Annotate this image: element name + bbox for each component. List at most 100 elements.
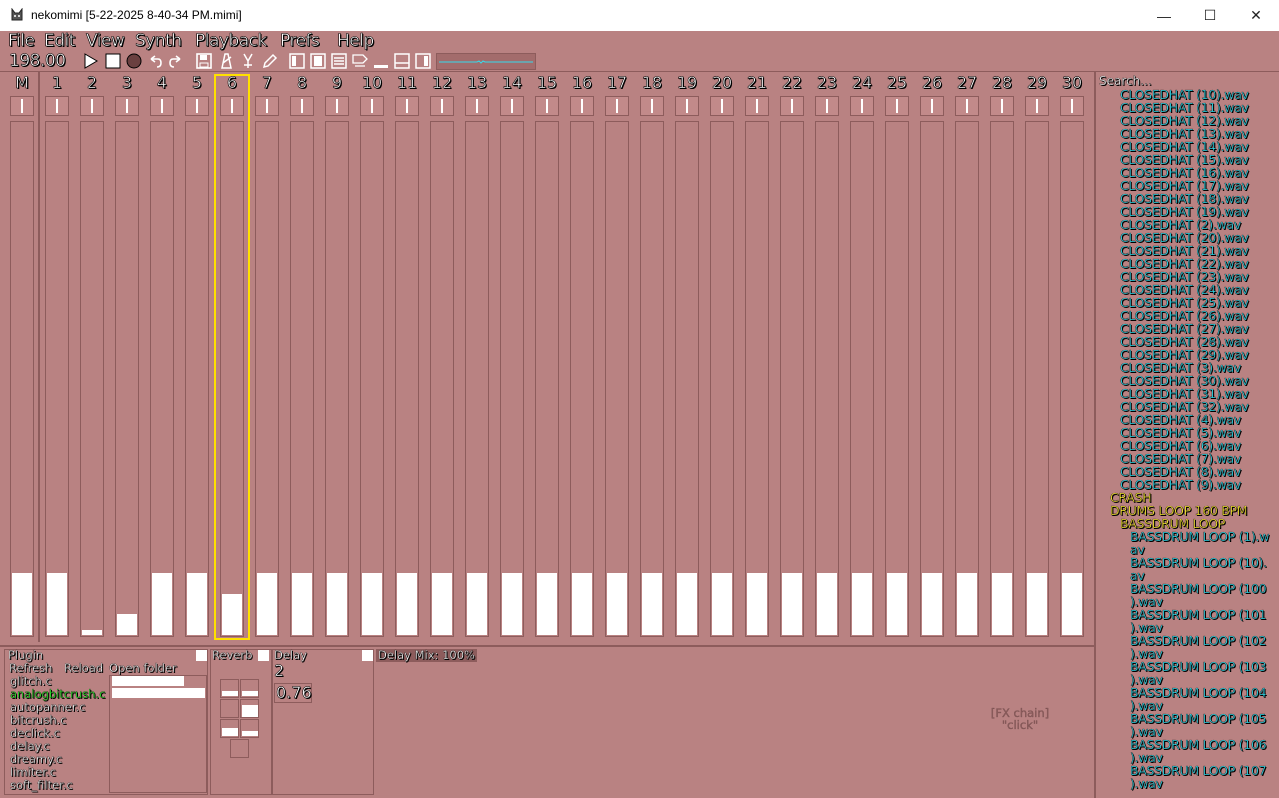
pan-knob-25[interactable] [885, 96, 909, 116]
delay-param-2[interactable]: 0.76 [276, 683, 312, 703]
pan-knob-18[interactable] [640, 96, 664, 116]
plugin-checkbox[interactable] [196, 650, 207, 661]
reverb-toggle[interactable] [258, 650, 269, 661]
minimize-button[interactable]: — [1141, 0, 1187, 31]
pan-knob-27[interactable] [955, 96, 979, 116]
channel-label-3[interactable]: 3 [113, 73, 141, 92]
menu-prefs[interactable]: Prefs [280, 31, 320, 52]
pan-knob-5[interactable] [185, 96, 209, 116]
volume-fader-16[interactable] [570, 121, 594, 637]
channel-label-M[interactable]: M [8, 73, 36, 92]
bpm-display[interactable]: 198.00 [9, 51, 67, 72]
pan-knob-15[interactable] [535, 96, 559, 116]
reverb-cell-6[interactable] [240, 719, 259, 738]
channel-label-18[interactable]: 18 [638, 73, 666, 92]
layout-d-icon[interactable] [373, 53, 389, 69]
layout-c-icon[interactable] [331, 53, 347, 69]
channel-label-15[interactable]: 15 [533, 73, 561, 92]
layout-e-icon[interactable] [394, 53, 410, 69]
channel-label-21[interactable]: 21 [743, 73, 771, 92]
reverb-cell-4[interactable] [240, 699, 259, 718]
volume-fader-26[interactable] [920, 121, 944, 637]
pan-knob-30[interactable] [1060, 96, 1084, 116]
volume-fader-2[interactable] [80, 121, 104, 637]
volume-fader-M[interactable] [10, 121, 34, 637]
pan-knob-26[interactable] [920, 96, 944, 116]
plugin-param-bar-2[interactable] [112, 688, 205, 698]
delay-param-1[interactable]: 2 [274, 661, 285, 681]
channel-label-9[interactable]: 9 [323, 73, 351, 92]
delay-toggle[interactable] [362, 650, 373, 661]
pan-knob-3[interactable] [115, 96, 139, 116]
volume-fader-29[interactable] [1025, 121, 1049, 637]
volume-fader-18[interactable] [640, 121, 664, 637]
volume-fader-19[interactable] [675, 121, 699, 637]
volume-fader-27[interactable] [955, 121, 979, 637]
channel-label-12[interactable]: 12 [428, 73, 456, 92]
channel-label-8[interactable]: 8 [288, 73, 316, 92]
pencil-icon[interactable] [262, 53, 278, 69]
notes-icon[interactable] [352, 53, 368, 69]
channel-label-22[interactable]: 22 [778, 73, 806, 92]
channel-label-5[interactable]: 5 [183, 73, 211, 92]
volume-fader-13[interactable] [465, 121, 489, 637]
channel-label-19[interactable]: 19 [673, 73, 701, 92]
pan-knob-23[interactable] [815, 96, 839, 116]
browser-file[interactable]: BASSDRUM LOOP (1).w [1130, 530, 1270, 543]
metronome-icon[interactable] [218, 53, 234, 69]
pan-knob-20[interactable] [710, 96, 734, 116]
pan-knob-28[interactable] [990, 96, 1014, 116]
menu-playback[interactable]: Playback [195, 31, 268, 52]
open-folder-button[interactable]: Open folder [109, 661, 177, 675]
reload-button[interactable]: Reload [64, 661, 103, 675]
menu-file[interactable]: File [8, 31, 36, 52]
record-icon[interactable] [126, 53, 142, 69]
layout-f-icon[interactable] [415, 53, 431, 69]
volume-fader-25[interactable] [885, 121, 909, 637]
volume-fader-7[interactable] [255, 121, 279, 637]
volume-fader-21[interactable] [745, 121, 769, 637]
channel-label-1[interactable]: 1 [43, 73, 71, 92]
volume-fader-9[interactable] [325, 121, 349, 637]
channel-label-14[interactable]: 14 [498, 73, 526, 92]
pan-knob-14[interactable] [500, 96, 524, 116]
reverb-cell-1[interactable] [220, 679, 239, 698]
pan-knob-M[interactable] [10, 96, 34, 116]
volume-fader-1[interactable] [45, 121, 69, 637]
channel-label-4[interactable]: 4 [148, 73, 176, 92]
channel-label-26[interactable]: 26 [918, 73, 946, 92]
pan-knob-12[interactable] [430, 96, 454, 116]
plugin-param-bar-1[interactable] [112, 676, 184, 686]
pan-knob-10[interactable] [360, 96, 384, 116]
channel-label-28[interactable]: 28 [988, 73, 1016, 92]
pan-knob-1[interactable] [45, 96, 69, 116]
volume-fader-12[interactable] [430, 121, 454, 637]
pan-knob-17[interactable] [605, 96, 629, 116]
volume-fader-14[interactable] [500, 121, 524, 637]
volume-fader-10[interactable] [360, 121, 384, 637]
volume-fader-3[interactable] [115, 121, 139, 637]
volume-fader-8[interactable] [290, 121, 314, 637]
pan-knob-9[interactable] [325, 96, 349, 116]
pan-knob-8[interactable] [290, 96, 314, 116]
pan-knob-21[interactable] [745, 96, 769, 116]
reverb-cell-3[interactable] [220, 699, 239, 718]
channel-label-20[interactable]: 20 [708, 73, 736, 92]
pan-knob-19[interactable] [675, 96, 699, 116]
pan-knob-22[interactable] [780, 96, 804, 116]
pan-knob-29[interactable] [1025, 96, 1049, 116]
volume-fader-11[interactable] [395, 121, 419, 637]
tuner-icon[interactable] [240, 53, 256, 69]
browser-file[interactable]: BASSDRUM LOOP (10). [1130, 556, 1268, 569]
pan-knob-24[interactable] [850, 96, 874, 116]
channel-label-23[interactable]: 23 [813, 73, 841, 92]
channel-label-13[interactable]: 13 [463, 73, 491, 92]
menu-synth[interactable]: Synth [135, 31, 183, 52]
volume-fader-20[interactable] [710, 121, 734, 637]
channel-label-2[interactable]: 2 [78, 73, 106, 92]
play-icon[interactable] [83, 53, 99, 69]
layout-a-icon[interactable] [289, 53, 305, 69]
pan-knob-2[interactable] [80, 96, 104, 116]
volume-fader-30[interactable] [1060, 121, 1084, 637]
volume-fader-24[interactable] [850, 121, 874, 637]
